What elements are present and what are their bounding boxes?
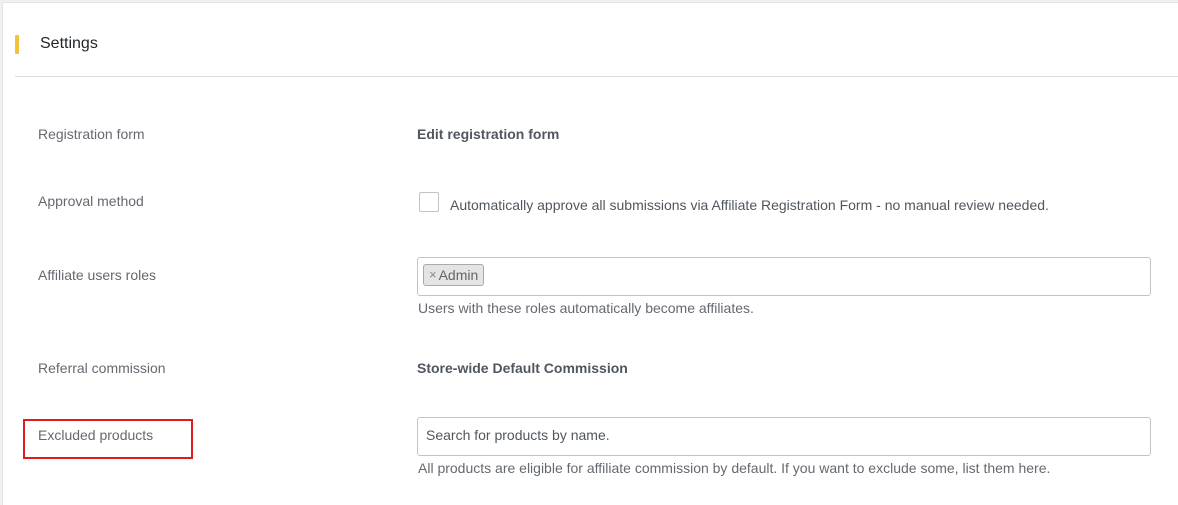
registration-form-label: Registration form [38, 126, 145, 142]
role-tag-admin: × Admin [423, 264, 485, 286]
referral-commission-label: Referral commission [38, 360, 166, 376]
excluded-products-description: All products are eligible for affiliate … [418, 460, 1051, 476]
affiliate-roles-select[interactable]: × Admin [417, 257, 1151, 296]
remove-tag-icon[interactable]: × [429, 265, 437, 285]
affiliate-roles-label: Affiliate users roles [38, 267, 157, 283]
header-accent-bar [15, 35, 19, 54]
search-placeholder: Search for products by name. [426, 427, 610, 443]
excluded-products-label: Excluded products [38, 427, 154, 443]
approval-method-label: Approval method [38, 193, 144, 209]
settings-header: Settings [15, 3, 1178, 77]
role-tag-label: Admin [438, 267, 479, 283]
auto-approve-checkbox[interactable] [419, 192, 439, 212]
auto-approve-checkbox-label[interactable]: Automatically approve all submissions vi… [450, 197, 1049, 213]
edit-registration-form-link[interactable]: Edit registration form [417, 126, 559, 142]
store-wide-commission-link[interactable]: Store-wide Default Commission [417, 360, 628, 376]
excluded-products-search-input[interactable]: Search for products by name. [417, 417, 1151, 456]
page-title: Settings [40, 35, 98, 52]
affiliate-roles-description: Users with these roles automatically bec… [418, 300, 754, 316]
